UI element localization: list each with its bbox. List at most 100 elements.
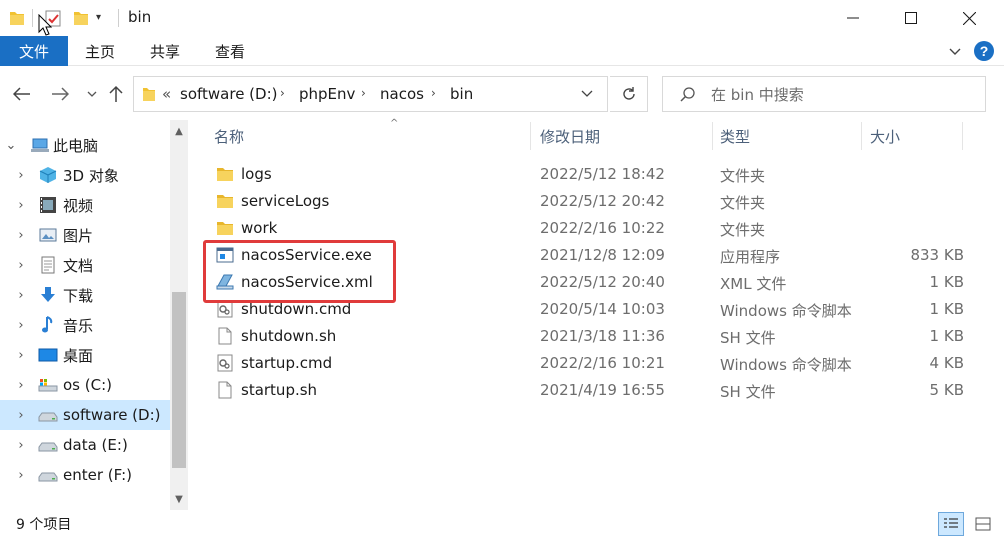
tree-item-os-c[interactable]: › os (C:) <box>0 370 170 400</box>
maximize-button[interactable] <box>882 0 940 36</box>
address-bar[interactable]: « software (D:) › phpEnv › nacos › bin <box>133 76 608 112</box>
column-divider[interactable] <box>861 122 862 150</box>
breadcrumb-phpenv[interactable]: phpEnv <box>299 85 355 103</box>
tree-item-3d-objects[interactable]: › 3D 对象 <box>0 160 170 190</box>
title-bar: ▾ bin <box>0 0 1004 36</box>
file-type: 文件夹 <box>720 221 766 239</box>
sort-ascending-icon: ^ <box>390 118 399 129</box>
tree-item-pictures[interactable]: › 图片 <box>0 220 170 250</box>
new-folder-icon[interactable] <box>72 8 90 28</box>
file-name: logs <box>241 165 272 183</box>
tree-label: 图片 <box>63 226 94 245</box>
tree-item-this-pc[interactable]: ⌄ 此电脑 <box>0 130 170 160</box>
tree-item-data-e[interactable]: › data (E:) <box>0 430 170 460</box>
details-view-button[interactable] <box>938 512 964 536</box>
close-button[interactable] <box>940 0 998 36</box>
column-header-date[interactable]: 修改日期 <box>540 120 710 152</box>
column-header-type[interactable]: 类型 <box>720 120 860 152</box>
chevron-right-icon[interactable]: › <box>280 86 285 100</box>
file-row-shutdown-sh[interactable]: shutdown.sh 2021/3/18 11:36 SH 文件 1 KB <box>208 323 964 350</box>
tab-file[interactable]: 文件 <box>0 36 68 66</box>
tree-label: os (C:) <box>63 376 112 394</box>
tree-item-documents[interactable]: › 文档 <box>0 250 170 280</box>
minimize-button[interactable] <box>824 0 882 36</box>
breadcrumb-software[interactable]: software (D:) <box>180 85 278 103</box>
tree-label: software (D:) <box>63 406 161 424</box>
file-size: 833 KB <box>910 246 964 264</box>
back-button[interactable] <box>10 82 34 106</box>
file-type: Windows 命令脚本 <box>720 356 852 374</box>
column-divider[interactable] <box>712 122 713 150</box>
file-type: 文件夹 <box>720 167 766 185</box>
tree-item-enter-f[interactable]: › enter (F:) <box>0 460 170 490</box>
chevron-right-icon[interactable]: › <box>14 378 28 393</box>
search-box[interactable] <box>662 76 986 112</box>
chevron-right-icon[interactable]: › <box>14 318 28 333</box>
refresh-icon <box>622 87 635 100</box>
search-input[interactable] <box>711 84 971 106</box>
column-divider[interactable] <box>530 122 531 150</box>
tab-share[interactable]: 共享 <box>137 36 193 66</box>
scroll-thumb[interactable] <box>172 292 186 468</box>
chevron-right-icon[interactable]: › <box>14 168 28 183</box>
minimize-icon <box>847 17 859 19</box>
file-row-startup-sh[interactable]: startup.sh 2021/4/19 16:55 SH 文件 5 KB <box>208 377 964 404</box>
refresh-button[interactable] <box>610 76 648 112</box>
address-history-icon[interactable] <box>581 86 593 102</box>
arrow-up-icon <box>109 85 123 102</box>
chevron-right-icon[interactable]: › <box>14 288 28 303</box>
file-icon <box>218 381 232 399</box>
large-icons-view-button[interactable] <box>970 512 996 536</box>
tab-home[interactable]: 主页 <box>72 36 128 66</box>
expand-ribbon-icon[interactable] <box>946 42 964 60</box>
column-divider[interactable] <box>962 122 963 150</box>
customize-toolbar-icon[interactable]: ▾ <box>96 12 114 32</box>
breadcrumb-overflow[interactable]: « <box>162 85 171 103</box>
file-row-servicelogs[interactable]: serviceLogs 2022/5/12 20:42 文件夹 <box>208 188 964 215</box>
scroll-up-icon[interactable]: ▲ <box>170 120 188 142</box>
column-header-size[interactable]: 大小 <box>870 120 960 152</box>
chevron-right-icon[interactable]: › <box>14 348 28 363</box>
column-header-name[interactable]: 名称 ^ <box>214 118 514 152</box>
chevron-right-icon[interactable]: › <box>14 258 28 273</box>
scroll-down-icon[interactable]: ▼ <box>170 488 188 510</box>
file-name: serviceLogs <box>241 192 330 210</box>
tree-item-downloads[interactable]: › 下载 <box>0 280 170 310</box>
file-row-startup-cmd[interactable]: startup.cmd 2022/2/16 10:21 Windows 命令脚本… <box>208 350 964 377</box>
tab-view[interactable]: 查看 <box>202 36 258 66</box>
chevron-right-icon[interactable]: › <box>361 86 366 100</box>
chevron-right-icon[interactable]: › <box>431 86 436 100</box>
chevron-right-icon[interactable]: › <box>14 468 28 483</box>
desktop-icon <box>38 348 58 362</box>
file-row-work[interactable]: work 2022/2/16 10:22 文件夹 <box>208 215 964 242</box>
pictures-icon <box>39 228 57 242</box>
tree-item-desktop[interactable]: › 桌面 <box>0 340 170 370</box>
file-name: work <box>241 219 278 237</box>
maximize-icon <box>905 12 917 24</box>
divider <box>118 9 119 27</box>
chevron-right-icon[interactable]: › <box>14 408 28 423</box>
tree-item-music[interactable]: › 音乐 <box>0 310 170 340</box>
breadcrumb-bin[interactable]: bin <box>450 85 473 103</box>
file-date: 2022/5/12 20:40 <box>540 273 665 291</box>
chevron-right-icon[interactable]: › <box>14 198 28 213</box>
tree-label: data (E:) <box>63 436 128 454</box>
file-date: 2022/5/12 18:42 <box>540 165 665 183</box>
tree-item-video[interactable]: › 视频 <box>0 190 170 220</box>
recent-locations-button[interactable] <box>80 82 104 106</box>
chevron-down-icon[interactable]: ⌄ <box>4 138 18 153</box>
help-icon[interactable]: ? <box>972 39 996 63</box>
drive-icon <box>38 472 58 482</box>
nav-scrollbar[interactable]: ▲ ▼ <box>170 120 188 510</box>
up-button[interactable] <box>104 82 128 106</box>
file-date: 2021/4/19 16:55 <box>540 381 665 399</box>
file-row-logs[interactable]: logs 2022/5/12 18:42 文件夹 <box>208 161 964 188</box>
folder-icon[interactable] <box>8 8 26 28</box>
chevron-right-icon[interactable]: › <box>14 228 28 243</box>
file-date: 2022/2/16 10:21 <box>540 354 665 372</box>
tree-item-software-d[interactable]: › software (D:) <box>0 400 170 430</box>
forward-button[interactable] <box>48 82 72 106</box>
file-type: Windows 命令脚本 <box>720 302 852 320</box>
chevron-right-icon[interactable]: › <box>14 438 28 453</box>
breadcrumb-nacos[interactable]: nacos <box>380 85 424 103</box>
